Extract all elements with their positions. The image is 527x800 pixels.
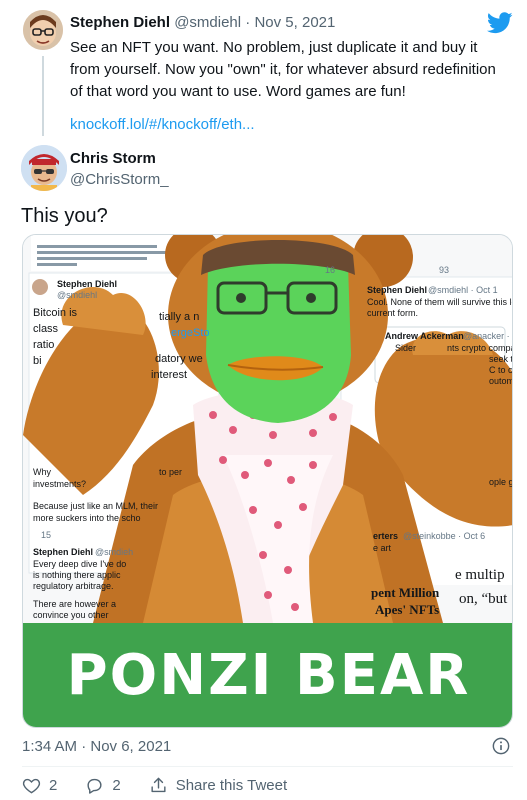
bg-interest: interest	[151, 369, 188, 381]
bg-lower-4: There are however a	[33, 599, 117, 609]
reply-count: 2	[112, 776, 121, 794]
ponzi-bear-meme-art: Stephen Diehl @smdiehl Bitcoin is class …	[23, 235, 513, 623]
author-name[interactable]: Chris Storm	[70, 150, 156, 167]
tweet-actions: 2 2 Share this Tweet	[22, 774, 315, 796]
bg-lower-2: is nothing there applic	[33, 570, 121, 580]
twitter-bird-icon[interactable]	[487, 12, 513, 34]
bg-mlm-1: Because just like an MLM, their	[33, 501, 159, 511]
share-button[interactable]: Share this Tweet	[149, 776, 287, 795]
bg-steinkobbe: @steinkobbe · Oct 6	[403, 531, 486, 541]
quoted-author-name[interactable]: Stephen Diehl	[70, 14, 170, 31]
stephen-diehl-avatar[interactable]	[23, 10, 63, 50]
bg-investments: investments?	[33, 479, 87, 489]
bg-lower-5: convince you other	[33, 610, 109, 620]
bg-right-name: Stephen Diehl	[367, 285, 428, 295]
bg-right-5: Sider	[395, 343, 417, 353]
bg-million: pent Million	[371, 585, 440, 600]
share-icon	[151, 777, 166, 792]
bg-right-1: Cool. None of them will survive this lev…	[367, 297, 512, 307]
quoted-tweet[interactable]: Stephen Diehl @smdiehl · Nov 5, 2021 See…	[0, 0, 527, 140]
bg-right-2: current form.	[367, 308, 419, 318]
bg-reply-count: 15	[41, 530, 52, 540]
meme-banner: PONZI BEAR	[23, 623, 512, 727]
bg-bitcoin: Bitcoin is	[33, 307, 78, 319]
author-handle[interactable]: @ChrisStorm_	[70, 171, 169, 188]
reply-button[interactable]: 2	[85, 776, 121, 795]
bg-multip: e multip	[455, 567, 505, 583]
bg-right-4: @anacker · Oc	[463, 331, 512, 341]
tweet-media-image[interactable]: Stephen Diehl @smdiehl Bitcoin is class …	[22, 234, 513, 728]
info-icon[interactable]	[492, 737, 510, 755]
bg-left-name: Stephen Diehl	[57, 279, 118, 289]
heart-icon	[22, 778, 41, 793]
banner-text: PONZI BEAR	[66, 643, 471, 708]
tweet-timestamp[interactable]: 1:34 AM · Nov 6, 2021	[22, 738, 171, 755]
chris-storm-avatar[interactable]	[21, 145, 67, 191]
quoted-tweet-link[interactable]: knockoff.lol/#/knockoff/eth...	[70, 116, 255, 133]
bg-erge: ergeSto	[171, 327, 210, 339]
bg-right-handle: @smdiehl · Oct 1	[428, 285, 498, 295]
bg-left-handle: @smdiehl	[57, 290, 98, 300]
bg-ratio: ratio	[33, 339, 55, 351]
quoted-tweet-header: Stephen Diehl @smdiehl · Nov 5, 2021	[70, 14, 335, 31]
bg-right-9: outom	[489, 376, 513, 386]
bg-to-per: to per	[159, 467, 183, 477]
bg-top-count-2: 93	[439, 265, 450, 275]
bg-mlm-2: more suckers into the scho	[33, 513, 141, 523]
bg-lower-3: regulatory arbitrage.	[33, 581, 114, 591]
action-divider	[22, 766, 513, 767]
bg-right-6: nts crypto companie	[447, 343, 512, 353]
bg-lower-handle: @smdieh	[95, 547, 134, 557]
bg-top-count-1: 16	[325, 265, 336, 275]
bg-right-3: Andrew Ackerman	[385, 331, 464, 341]
bg-apes: Apes' NFTs	[375, 602, 440, 617]
share-label: Share this Tweet	[175, 776, 288, 794]
quoted-tweet-text: See an NFT you want. No problem, just du…	[70, 39, 496, 100]
bg-erters: erters	[373, 531, 399, 541]
bg-right-7: seek t	[489, 354, 513, 364]
quoted-author-handle[interactable]: @smdiehl	[174, 14, 241, 31]
bg-lower-name: Stephen Diehl	[33, 547, 94, 557]
bg-on-but: on, “but	[459, 591, 508, 607]
like-button[interactable]: 2	[22, 776, 57, 795]
bg-why: Why	[33, 467, 51, 477]
bg-tially: tially a n	[159, 311, 200, 323]
bg-bi: bi	[33, 355, 42, 367]
bg-lower-1: Every deep dive I've do	[33, 559, 127, 569]
thread-connector-line	[42, 56, 44, 136]
bg-ople: ople ga	[489, 477, 512, 487]
bg-class: class	[33, 323, 59, 335]
quoted-tweet-date[interactable]: Nov 5, 2021	[254, 14, 335, 31]
bg-art: e art	[373, 543, 392, 553]
reply-bubble-icon	[87, 778, 102, 794]
header-separator: ·	[245, 14, 251, 31]
tweet-text: This you?	[21, 205, 108, 227]
bg-right-8: C to c	[489, 365, 513, 375]
bg-datory: datory we	[155, 353, 203, 365]
like-count: 2	[49, 776, 58, 794]
